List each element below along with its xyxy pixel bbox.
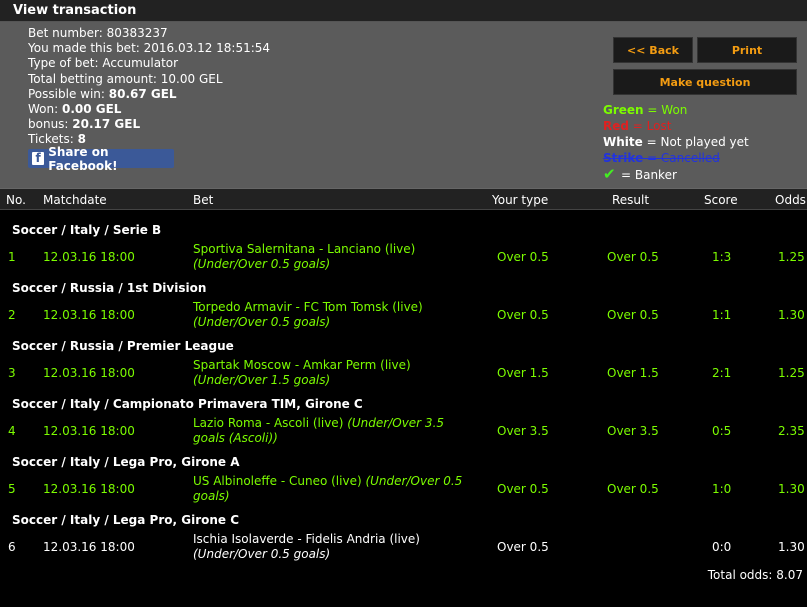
- row-no: 2: [8, 308, 16, 322]
- row-date: 12.03.16 18:00: [43, 482, 135, 496]
- legend-cancelled: Strike = Cancelled: [603, 151, 720, 165]
- league-heading: Soccer / Russia / Premier League: [12, 339, 234, 353]
- bet-made-time: You made this bet: 2016.03.12 18:51:54: [28, 41, 271, 56]
- table-row: 5 12.03.16 18:00 US Albinoleffe - Cuneo …: [0, 472, 807, 506]
- table-row: 2 12.03.16 18:00 Torpedo Armavir - FC To…: [0, 298, 807, 332]
- row-no: 3: [8, 366, 16, 380]
- row-score: 1:0: [712, 482, 732, 496]
- table-header: No. Matchdate Bet Your type Result Score…: [0, 188, 807, 210]
- page-title: View transaction: [13, 3, 137, 18]
- row-your-type: Over 0.5: [497, 482, 549, 496]
- row-date: 12.03.16 18:00: [43, 366, 135, 380]
- row-no: 4: [8, 424, 16, 438]
- legend-lost: Red = Lost: [603, 119, 672, 133]
- bet-number: Bet number: 80383237: [28, 26, 168, 40]
- row-result: Over 0.5: [607, 482, 659, 496]
- bonus-amount: bonus: 20.17 GEL: [28, 117, 141, 132]
- row-odds: 1.30: [778, 308, 805, 322]
- row-no: 6: [8, 540, 16, 554]
- row-score: 1:3: [712, 250, 732, 264]
- back-button[interactable]: << Back: [613, 37, 693, 63]
- legend-banker: ✔ = Banker: [603, 165, 677, 183]
- row-your-type: Over 0.5: [497, 308, 549, 322]
- checkmark-icon: ✔: [603, 165, 616, 183]
- possible-win: Possible win: 80.67 GEL: [28, 86, 177, 101]
- league-heading: Soccer / Italy / Campionato Primavera TI…: [12, 397, 363, 411]
- row-bet: Ischia Isolaverde - Fidelis Andria (live…: [193, 532, 420, 561]
- won-amount: Won: 0.00 GEL: [28, 102, 122, 117]
- league-heading: Soccer / Italy / Lega Pro, Girone C: [12, 513, 240, 527]
- facebook-icon: f: [32, 152, 45, 165]
- row-odds: 1.30: [778, 540, 805, 554]
- col-bet: Bet: [193, 193, 214, 207]
- total-odds: Total odds: 8.07: [707, 568, 803, 582]
- row-score: 2:1: [712, 366, 732, 380]
- window-titlebar: View transaction: [0, 0, 807, 22]
- row-date: 12.03.16 18:00: [43, 250, 135, 264]
- league-heading: Soccer / Italy / Lega Pro, Girone A: [12, 455, 240, 469]
- bet-info-panel: Bet number: 80383237 You made this bet: …: [0, 22, 807, 188]
- row-your-type: Over 3.5: [497, 424, 549, 438]
- total-betting-amount: Total betting amount: 10.00 GEL: [28, 71, 223, 86]
- share-facebook-label: Share on Facebook!: [48, 144, 118, 173]
- row-bet: Spartak Moscow - Amkar Perm (live) (Under…: [193, 358, 411, 387]
- col-no: No.: [6, 193, 26, 207]
- col-matchdate: Matchdate: [43, 193, 107, 207]
- col-your-type: Your type: [492, 193, 549, 207]
- col-score: Score: [704, 193, 738, 207]
- row-your-type: Over 1.5: [497, 366, 549, 380]
- row-no: 1: [8, 250, 16, 264]
- row-date: 12.03.16 18:00: [43, 308, 135, 322]
- legend-won: Green = Won: [603, 103, 688, 117]
- row-bet: Torpedo Armavir - FC Tom Tomsk (live) (Un…: [193, 300, 423, 329]
- legend-not-played: White = Not played yet: [603, 135, 749, 149]
- share-facebook-button[interactable]: f Share on Facebook!: [28, 145, 174, 173]
- row-your-type: Over 0.5: [497, 540, 549, 554]
- row-bet: US Albinoleffe - Cuneo (live) (Under/Ove…: [193, 474, 463, 503]
- table-row: 3 12.03.16 18:00 Spartak Moscow - Amkar …: [0, 356, 807, 390]
- row-score: 0:5: [712, 424, 732, 438]
- table-row: 6 12.03.16 18:00 Ischia Isolaverde - Fid…: [0, 530, 807, 564]
- make-question-button[interactable]: Make question: [613, 69, 797, 95]
- row-date: 12.03.16 18:00: [43, 424, 135, 438]
- row-result: Over 0.5: [607, 250, 659, 264]
- row-bet: Lazio Roma - Ascoli (live) (Under/Over 3…: [193, 416, 445, 445]
- row-no: 5: [8, 482, 16, 496]
- league-heading: Soccer / Russia / 1st Division: [12, 281, 207, 295]
- row-odds: 1.30: [778, 482, 805, 496]
- row-result: Over 0.5: [607, 308, 659, 322]
- row-score: 0:0: [712, 540, 732, 554]
- row-odds: 2.35: [778, 424, 805, 438]
- col-odds: Odds: [775, 193, 806, 207]
- row-bet: Sportiva Salernitana - Lanciano (live) (U…: [193, 242, 416, 271]
- status-legend: Green = Won Red = Lost White = Not playe…: [603, 102, 749, 182]
- print-button[interactable]: Print: [697, 37, 797, 63]
- row-odds: 1.25: [778, 250, 805, 264]
- row-odds: 1.25: [778, 366, 805, 380]
- row-score: 1:1: [712, 308, 732, 322]
- table-row: 1 12.03.16 18:00 Sportiva Salernitana - …: [0, 240, 807, 274]
- row-date: 12.03.16 18:00: [43, 540, 135, 554]
- row-result: Over 3.5: [607, 424, 659, 438]
- row-your-type: Over 0.5: [497, 250, 549, 264]
- col-result: Result: [612, 193, 650, 207]
- bet-info-lines: Bet number: 80383237 You made this bet: …: [28, 26, 270, 148]
- bet-type: Type of bet: Accumulator: [28, 56, 179, 71]
- table-row: 4 12.03.16 18:00 Lazio Roma - Ascoli (li…: [0, 414, 807, 448]
- league-heading: Soccer / Italy / Serie B: [12, 223, 162, 237]
- row-result: Over 1.5: [607, 366, 659, 380]
